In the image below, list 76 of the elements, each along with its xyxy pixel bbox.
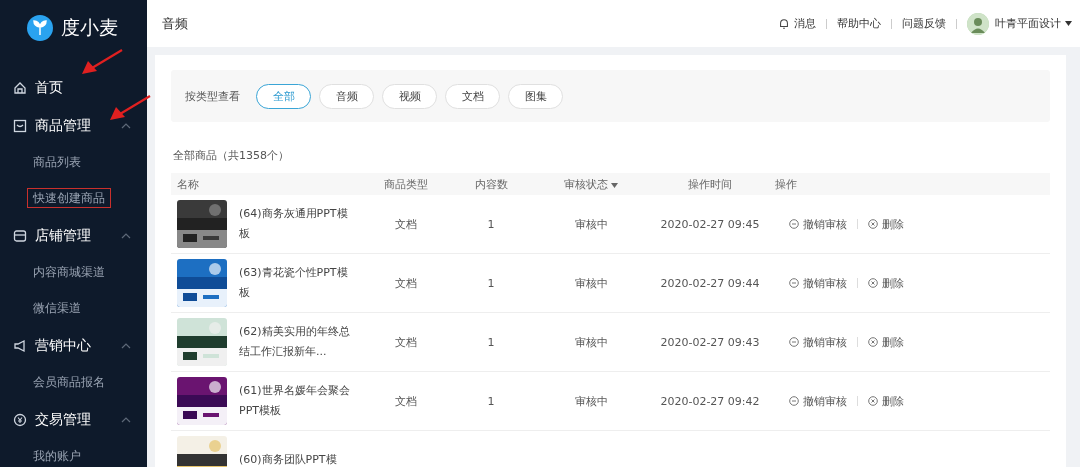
delete-link[interactable]: 删除	[868, 393, 904, 409]
sidebar-item[interactable]: 快速创建商品	[27, 188, 111, 208]
product-type: 文档	[394, 216, 418, 232]
filter-tab[interactable]: 文档	[445, 83, 500, 109]
header-link[interactable]: 消息	[778, 16, 816, 31]
content-count: 1	[486, 335, 496, 349]
review-status: 审核中	[573, 216, 609, 232]
close-icon	[868, 278, 878, 288]
product-type: 文档	[394, 334, 418, 350]
header-link[interactable]: 帮助中心	[837, 16, 881, 31]
avatar-icon[interactable]	[967, 12, 989, 35]
column-header[interactable]: 审核状态	[531, 176, 651, 192]
coin-icon	[13, 413, 27, 427]
user-name[interactable]: 叶青平面设计	[995, 16, 1061, 31]
sidebar-item[interactable]: 会员商品报名	[27, 372, 111, 392]
sidebar-group[interactable]: 首页	[0, 70, 147, 106]
column-header: 操作时间	[687, 176, 733, 192]
revoke-icon	[789, 219, 799, 229]
content-count: 1	[486, 217, 496, 231]
sidebar-group[interactable]: 交易管理	[0, 402, 147, 438]
revoke-icon	[789, 337, 799, 347]
megaphone-icon	[13, 339, 27, 353]
product-type: 文档	[394, 275, 418, 291]
logo-icon	[27, 15, 53, 41]
sort-caret-icon[interactable]	[611, 182, 619, 188]
operation-time: 2020-02-27 09:42	[659, 394, 761, 408]
review-status: 审核中	[573, 275, 609, 291]
close-icon	[868, 337, 878, 347]
column-header: 名称	[176, 176, 200, 192]
product-name[interactable]: (62)精美实用的年终总结工作汇报新年...	[239, 322, 351, 362]
content-count: 1	[486, 394, 496, 408]
operation-time: 2020-02-27 09:44	[659, 276, 761, 290]
product-type: 文档	[394, 393, 418, 409]
sidebar-item[interactable]: 内容商城渠道	[27, 262, 111, 282]
close-icon	[868, 396, 878, 406]
revoke-review-link[interactable]: 撤销审核	[789, 216, 847, 232]
sidebar-group[interactable]: 店铺管理	[0, 218, 147, 254]
close-icon	[868, 219, 878, 229]
content-count: 1	[486, 276, 496, 290]
revoke-review-link[interactable]: 撤销审核	[789, 334, 847, 350]
operation-time: 2020-02-27 09:45	[659, 217, 761, 231]
filter-tab[interactable]: 视频	[382, 83, 437, 109]
delete-link[interactable]: 删除	[868, 216, 904, 232]
page-title: 音频	[162, 14, 189, 33]
filter-tab[interactable]: 图集	[508, 83, 563, 109]
revoke-review-link[interactable]: 撤销审核	[789, 393, 847, 409]
bell-icon	[778, 17, 790, 30]
delete-link[interactable]: 删除	[868, 275, 904, 291]
review-status: 审核中	[573, 334, 609, 350]
revoke-icon	[789, 278, 799, 288]
product-name[interactable]: (63)青花瓷个性PPT模板	[239, 263, 351, 303]
delete-link[interactable]: 删除	[868, 334, 904, 350]
column-header: 内容数	[473, 176, 509, 192]
box-icon	[13, 119, 27, 133]
product-name[interactable]: (60)商务团队PPT模	[239, 450, 351, 467]
header-link[interactable]: 问题反馈	[902, 16, 946, 31]
caret-down-icon[interactable]	[1065, 21, 1072, 26]
sidebar-group[interactable]: 商品管理	[0, 108, 147, 144]
app-logo-text: 度小麦	[61, 15, 118, 40]
revoke-review-link[interactable]: 撤销审核	[789, 275, 847, 291]
review-status: 审核中	[573, 393, 609, 409]
store-icon	[13, 229, 27, 243]
column-header: 操作	[774, 176, 798, 192]
sidebar-item[interactable]: 商品列表	[27, 152, 87, 172]
product-count: 全部商品（共1358个）	[173, 148, 290, 163]
column-header: 商品类型	[383, 176, 429, 192]
revoke-icon	[789, 396, 799, 406]
product-name[interactable]: (64)商务灰通用PPT模板	[239, 204, 351, 244]
product-name[interactable]: (61)世界名媛年会聚会PPT模板	[239, 381, 351, 421]
sidebar-item[interactable]: 我的账户	[27, 446, 87, 466]
filter-tab[interactable]: 音频	[319, 83, 374, 109]
operation-time: 2020-02-27 09:43	[659, 335, 761, 349]
sidebar-item[interactable]: 微信渠道	[27, 298, 87, 318]
sidebar-group[interactable]: 营销中心	[0, 328, 147, 364]
filter-label: 按类型查看	[185, 88, 240, 104]
home-icon	[13, 81, 27, 95]
